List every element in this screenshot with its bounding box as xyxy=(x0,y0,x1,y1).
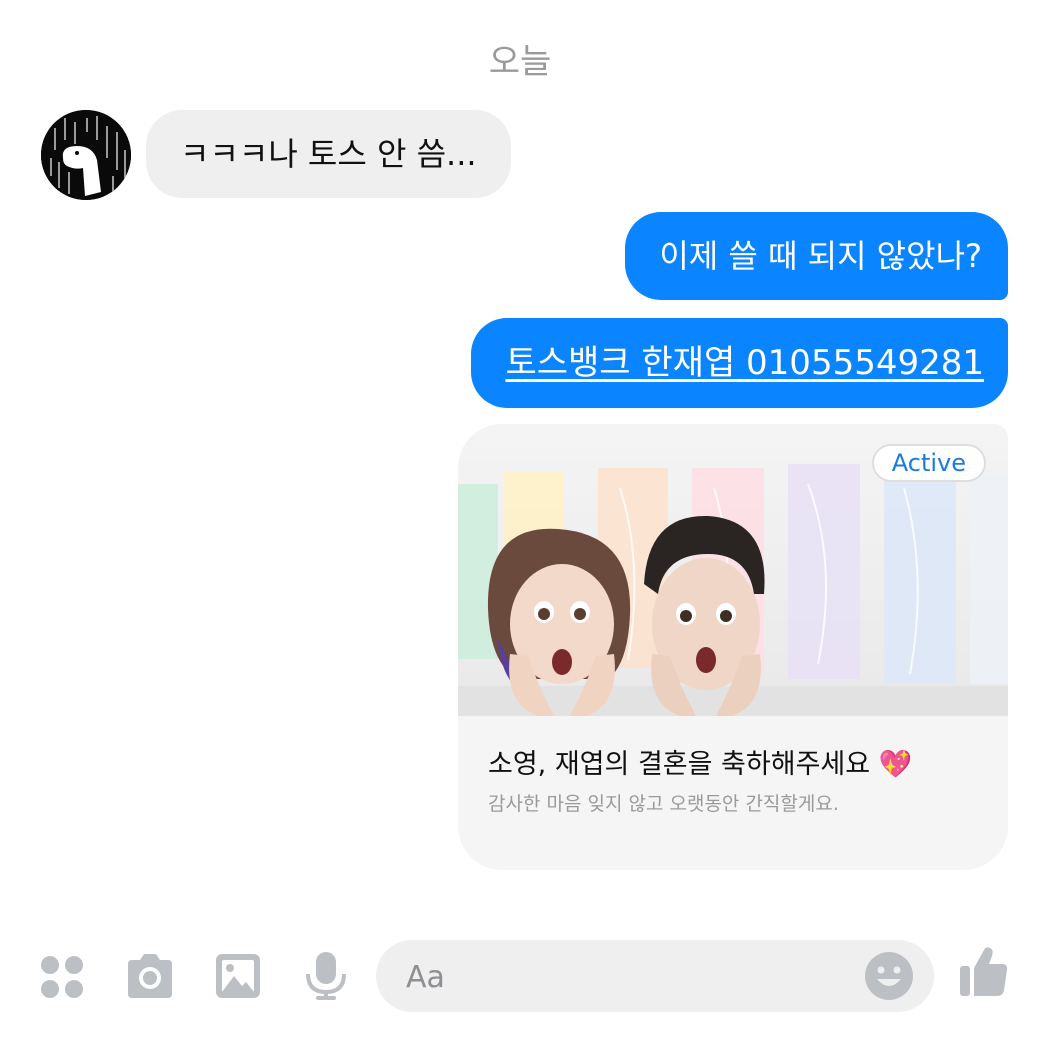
camera-icon[interactable] xyxy=(124,952,176,1000)
mic-icon[interactable] xyxy=(304,950,348,1002)
contact-avatar[interactable] xyxy=(41,110,131,200)
date-label: 오늘 xyxy=(488,42,552,82)
incoming-message-bubble[interactable]: ㅋㅋㅋ나 토스 안 씀... xyxy=(146,110,511,198)
link-preview-card[interactable]: Active 소영, 재엽의 결혼을 축하해주세요 💖 감사한 마음 잊지 않고… xyxy=(458,424,1008,870)
outgoing-message-bubble[interactable]: 이제 쓸 때 되지 않았나? xyxy=(625,212,1008,300)
outgoing-link-bubble[interactable]: 토스뱅크 한재엽 01055549281 xyxy=(471,318,1008,408)
message-composer[interactable] xyxy=(376,940,934,1014)
account-link[interactable]: 토스뱅크 한재엽 01055549281 xyxy=(505,346,984,380)
dino-avatar-icon xyxy=(41,110,131,200)
message-input[interactable] xyxy=(404,940,848,1014)
card-title: 소영, 재엽의 결혼을 축하해주세요 💖 xyxy=(488,749,913,780)
emoji-icon[interactable] xyxy=(864,951,914,1001)
image-icon[interactable] xyxy=(214,952,262,1000)
thumbs-up-icon[interactable] xyxy=(958,944,1010,998)
status-badge: Active xyxy=(871,444,986,482)
card-subtitle: 감사한 마음 잊지 않고 오랫동안 간직할게요. xyxy=(488,793,839,815)
apps-icon[interactable] xyxy=(40,954,86,1000)
